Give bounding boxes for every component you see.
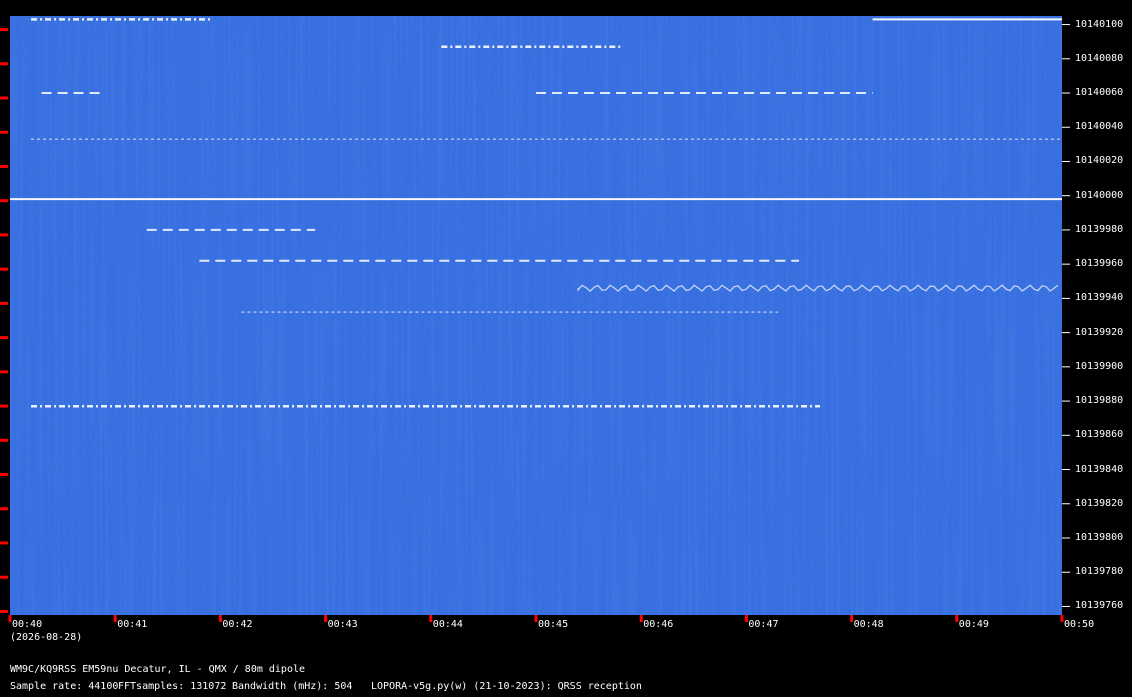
x-tick-label: 00:42 (222, 619, 253, 630)
y-tick-label: 10140100 (1075, 18, 1124, 30)
x-tick-label: 00:47 (748, 619, 779, 630)
y-tick-label: 10139840 (1075, 463, 1124, 475)
x-tick-label: 00:43 (327, 619, 358, 630)
plot-vertical-streaks (10, 16, 1062, 615)
waterfall-chart (0, 16, 1070, 622)
x-tick-label: 00:46 (643, 619, 674, 630)
x-tick-label: 00:44 (432, 619, 463, 630)
y-tick-label: 10139800 (1075, 531, 1124, 543)
x-tick-label: 00:40 (12, 619, 43, 630)
y-tick-label: 10139900 (1075, 360, 1124, 372)
y-tick-label: 10139920 (1075, 326, 1124, 338)
y-tick-label: 10139860 (1075, 429, 1124, 441)
y-tick-label: 10140060 (1075, 87, 1124, 98)
y-tick-label: 10139780 (1075, 566, 1124, 578)
x-axis (8, 615, 1064, 622)
y-tick-label: 10139880 (1075, 395, 1124, 407)
x-tick-label: 00:45 (538, 619, 569, 630)
y-tick-label: 10140020 (1075, 155, 1124, 167)
x-tick-label: 00:48 (853, 619, 884, 630)
y-tick-label: 10139940 (1075, 292, 1124, 304)
x-tick-label: 00:41 (117, 619, 148, 630)
x-tick-label: 00:49 (958, 619, 989, 630)
sample-rate: Sample rate: 44100 (10, 681, 119, 692)
date-label: (2026-08-28) (10, 632, 83, 643)
fft-samples: FFTsamples: 131072 (118, 681, 227, 692)
x-tick-label: 00:50 (1064, 619, 1095, 630)
y-tick-label: 10140000 (1075, 189, 1124, 201)
y-tick-label: 10139980 (1075, 223, 1124, 235)
y-tick-label: 10139760 (1075, 600, 1124, 612)
y-tick-label: 10140040 (1075, 121, 1124, 133)
y-tick-label: 10140080 (1075, 52, 1124, 64)
bandwidth: Bandwidth (mHz): 504 (232, 681, 353, 692)
y-tick-label: 10139960 (1075, 258, 1124, 270)
software-info: LOPORA-v5g.py(w) (21-10-2023): QRSS rece… (371, 681, 642, 692)
station-info: WM9C/KQ9RSS EM59nu Decatur, IL - QMX / 8… (10, 664, 306, 675)
y-tick-label: 10139820 (1075, 497, 1124, 509)
